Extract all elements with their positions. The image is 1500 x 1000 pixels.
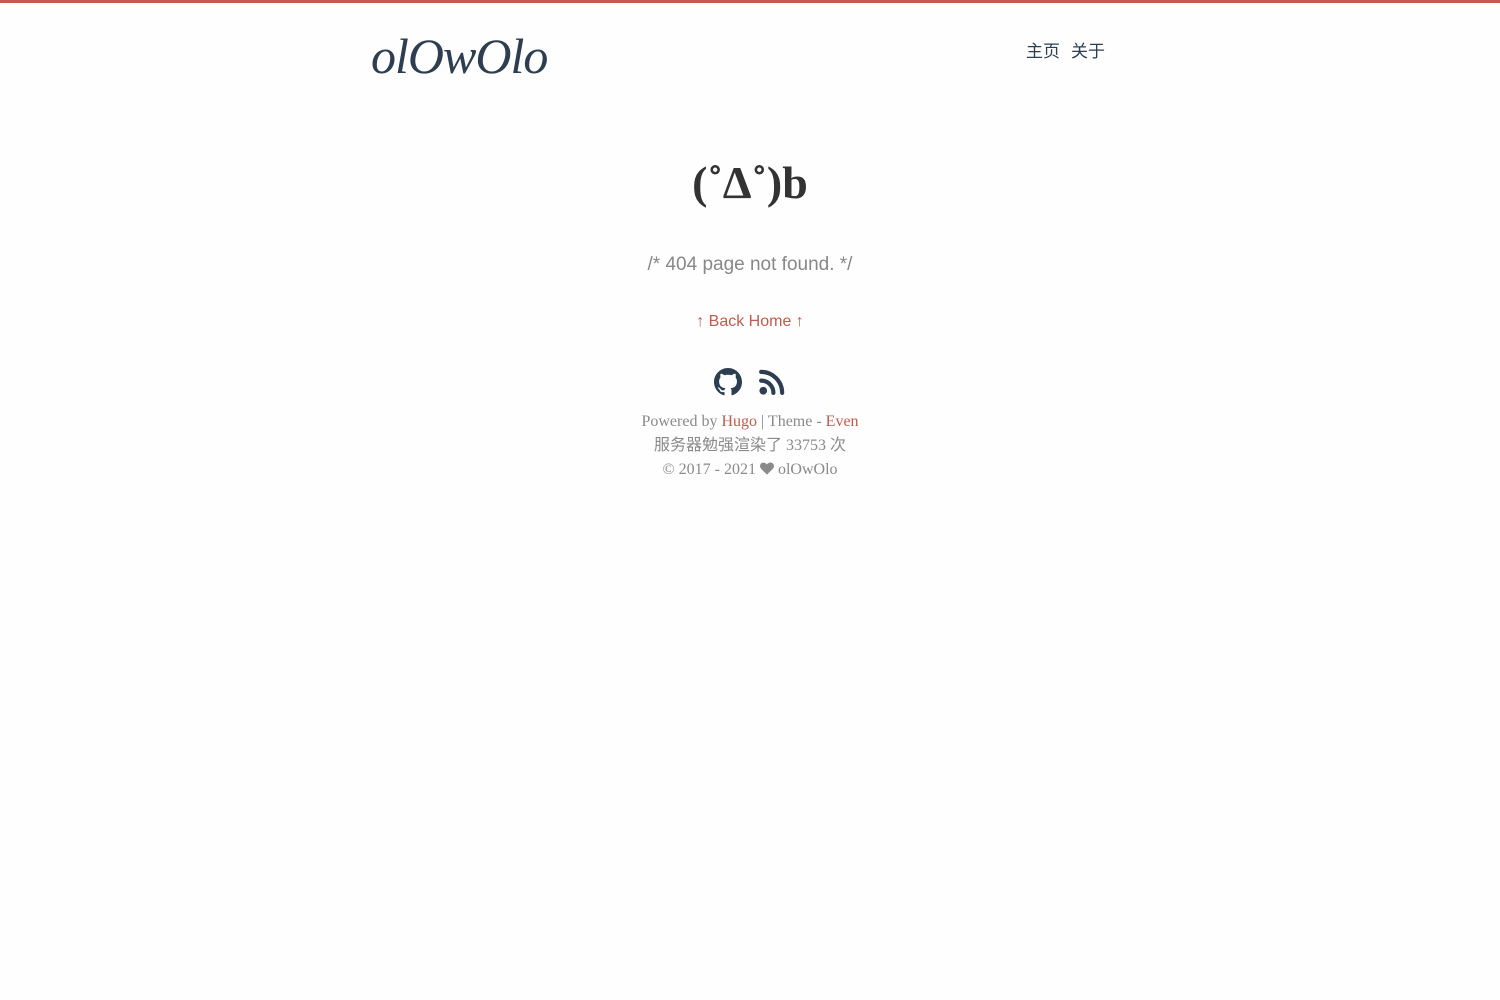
rss-icon <box>759 369 785 395</box>
site-footer: Powered by Hugo | Theme - Even 服务器勉强渲染了 … <box>0 366 1500 482</box>
powered-by-text: Powered by <box>641 413 718 430</box>
social-links <box>0 366 1500 398</box>
rss-link[interactable] <box>758 368 786 396</box>
main-nav: 主页 关于 <box>1026 40 1105 64</box>
heart-icon <box>759 462 774 475</box>
copyright-years: © 2017 - 2021 <box>662 461 756 478</box>
nav-item-home[interactable]: 主页 <box>1026 40 1060 64</box>
theme-separator: | Theme - <box>761 413 822 430</box>
copyright-author: olOwOlo <box>777 461 838 478</box>
render-count: 服务器勉强渲染了 33753 次 <box>653 437 846 454</box>
hugo-link[interactable]: Hugo <box>721 413 757 430</box>
powered-by-line: Powered by Hugo | Theme - Even <box>0 410 1500 434</box>
github-icon <box>714 368 742 396</box>
copyright: © 2017 - 2021 olOwOlo <box>0 458 1500 482</box>
nav-item-about[interactable]: 关于 <box>1071 40 1105 64</box>
site-logo[interactable]: olOwOlo <box>371 28 548 84</box>
not-found-message: /* 404 page not found. */ <box>647 254 853 275</box>
github-link[interactable] <box>714 368 742 396</box>
back-home-link[interactable]: ↑ Back Home ↑ <box>696 311 804 333</box>
even-theme-link[interactable]: Even <box>826 413 859 430</box>
top-accent-bar <box>0 0 1500 3</box>
error-kaomoji: (˚Δ˚)b <box>692 157 808 208</box>
main-content: (˚Δ˚)b /* 404 page not found. */ ↑ Back … <box>0 150 1500 333</box>
